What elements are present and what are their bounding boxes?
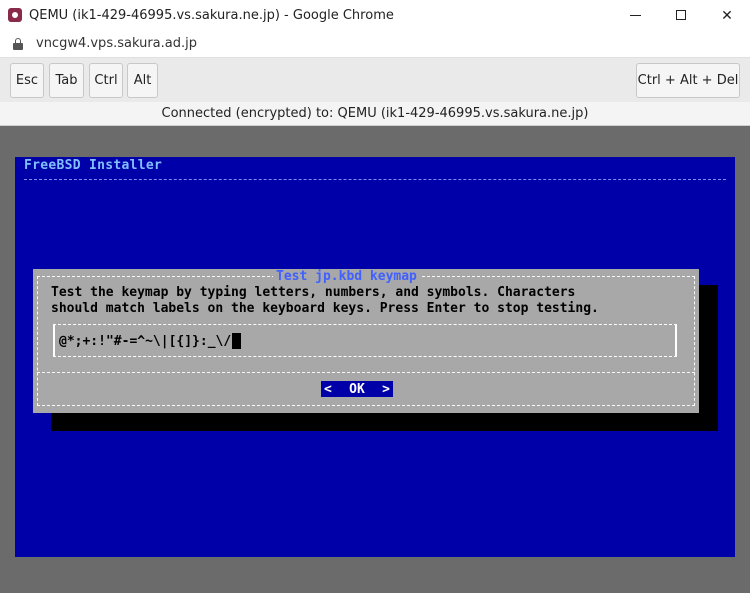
window-title: QEMU (ik1-429-46995.vs.sakura.ne.jp) - G…	[29, 7, 394, 23]
connection-status: Connected (encrypted) to: QEMU (ik1-429-…	[0, 102, 750, 126]
dialog-message-line-1: Test the keymap by typing letters, numbe…	[51, 285, 576, 300]
alt-button[interactable]: Alt	[127, 63, 158, 98]
ok-right-bracket: >	[382, 381, 390, 397]
ctrl-alt-del-button[interactable]: Ctrl + Alt + Del	[636, 63, 740, 98]
url-text[interactable]: vncgw4.vps.sakura.ad.jp	[36, 36, 197, 51]
esc-button[interactable]: Esc	[10, 63, 44, 98]
title-divider	[24, 179, 726, 180]
keymap-test-dialog: Test jp.kbd keymap Test the keymap by ty…	[33, 269, 699, 413]
maximize-button[interactable]	[658, 0, 704, 30]
vnc-screen[interactable]: FreeBSD Installer Test jp.kbd keymap Tes…	[15, 157, 735, 557]
minimize-icon	[629, 14, 641, 16]
minimize-button[interactable]	[612, 0, 658, 30]
dialog-message-line-2: should match labels on the keyboard keys…	[51, 301, 599, 316]
qemu-app-icon	[8, 8, 22, 22]
lock-icon[interactable]	[13, 37, 23, 50]
address-bar[interactable]: vncgw4.vps.sakura.ad.jp	[0, 30, 750, 58]
input-value: @*;+:!"#-=^~\|[{]}:_\/	[59, 333, 232, 349]
ok-label: OK	[349, 381, 365, 397]
text-cursor	[232, 333, 242, 349]
ctrl-button[interactable]: Ctrl	[89, 63, 123, 98]
close-button[interactable]: ✕	[704, 0, 750, 30]
installer-title: FreeBSD Installer	[24, 158, 163, 173]
close-icon: ✕	[721, 6, 733, 23]
tab-button[interactable]: Tab	[49, 63, 84, 98]
dialog-title: Test jp.kbd keymap	[273, 269, 420, 284]
ok-left-bracket: <	[324, 381, 332, 397]
dialog-separator	[37, 372, 695, 373]
browser-title-bar: QEMU (ik1-429-46995.vs.sakura.ne.jp) - G…	[0, 0, 750, 30]
maximize-icon	[676, 10, 686, 20]
vnc-toolbar: Esc Tab Ctrl Alt Ctrl + Alt + Del	[0, 58, 750, 102]
keymap-test-input[interactable]: @*;+:!"#-=^~\|[{]}:_\/	[53, 324, 677, 357]
dialog-message: Test the keymap by typing letters, numbe…	[51, 285, 599, 317]
ok-button[interactable]: < OK >	[321, 381, 393, 397]
